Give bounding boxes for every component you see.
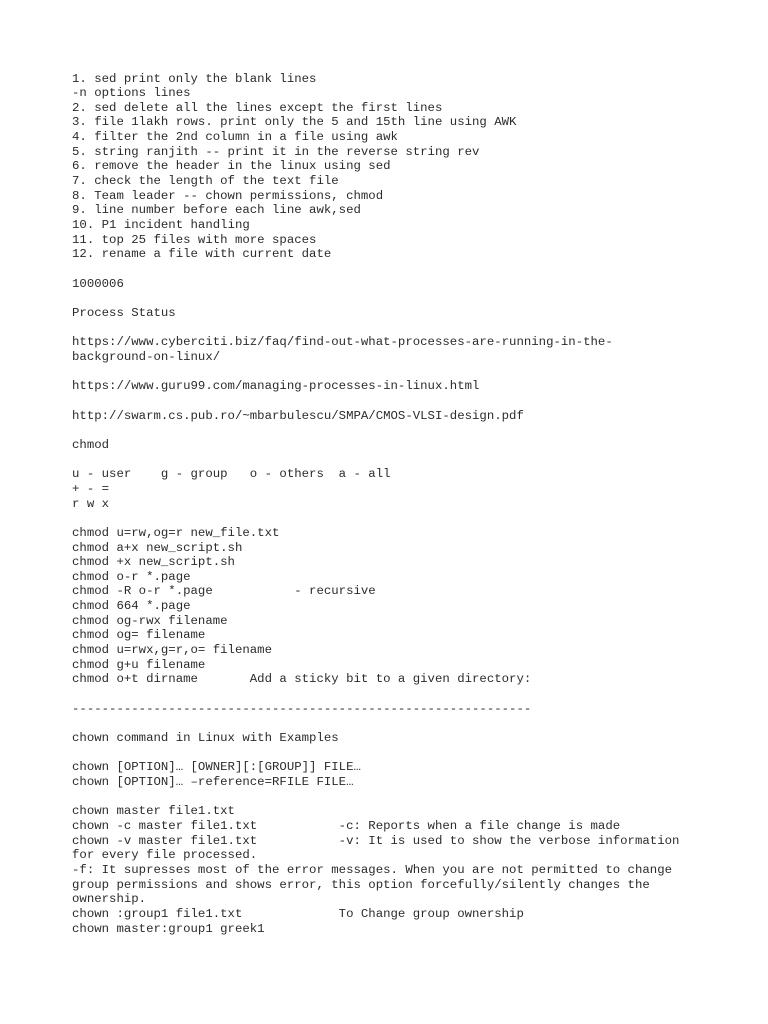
command-line: chown master:group1 greek1 <box>72 921 265 936</box>
list-item: 4. filter the 2nd column in a file using… <box>72 130 398 145</box>
text-line: + - = <box>72 481 110 496</box>
command-line: chmod a+x new_script.sh <box>72 540 243 555</box>
list-item: 12. rename a file with current date <box>72 247 332 262</box>
text-line: group permissions and shows error, this … <box>72 877 650 892</box>
text-line: 1000006 <box>72 276 124 291</box>
command-line: chown -c master file1.txt -c: Reports wh… <box>72 818 621 833</box>
list-item: 9. line number before each line awk,sed <box>72 203 361 218</box>
command-line: chown [OPTION]… [OWNER][:[GROUP]] FILE… <box>72 760 361 775</box>
url-text: https://www.cyberciti.biz/faq/find-out-w… <box>72 335 613 350</box>
list-item: 1. sed print only the blank lines <box>72 71 317 86</box>
list-item: 2. sed delete all the lines except the f… <box>72 100 443 115</box>
command-line: chmod +x new_script.sh <box>72 555 235 570</box>
command-line: chown -v master file1.txt -v: It is used… <box>72 833 680 848</box>
list-item: 11. top 25 files with more spaces <box>72 232 317 247</box>
list-item: 6. remove the header in the linux using … <box>72 159 391 174</box>
command-line: chmod g+u filename <box>72 657 206 672</box>
url-text: http://swarm.cs.pub.ro/~mbarbulescu/SMPA… <box>72 408 524 423</box>
command-line: chown master file1.txt <box>72 804 235 819</box>
command-line: chown command in Linux with Examples <box>72 731 339 746</box>
list-item: 5. string ranjith -- print it in the rev… <box>72 144 480 159</box>
text-line: for every file processed. <box>72 848 258 863</box>
divider-line: ----------------------------------------… <box>72 701 532 716</box>
command-line: chmod o+t dirname Add a sticky bit to a … <box>72 672 532 687</box>
text-line: r w x <box>72 496 110 511</box>
text-line: Process Status <box>72 306 176 320</box>
command-line: chmod u=rwx,g=r,o= filename <box>72 643 273 658</box>
list-item: 10. P1 incident handling <box>72 218 250 233</box>
text-line: u - user g - group o - others a - all <box>72 467 391 482</box>
list-item: 7. check the length of the text file <box>72 174 339 189</box>
command-line: chown [OPTION]… –reference=RFILE FILE… <box>72 775 354 789</box>
command-line: chmod 664 *.page <box>72 599 191 614</box>
list-item: 3. file 1lakh rows. print only the 5 and… <box>72 115 517 130</box>
list-item: 8. Team leader -- chown permissions, chm… <box>72 188 384 203</box>
text-line: chmod <box>72 437 110 452</box>
text-line: -f: It supresses most of the error messa… <box>72 862 673 877</box>
command-line: chmod og-rwx filename <box>72 613 228 628</box>
command-line: chmod o-r *.page <box>72 569 191 584</box>
text-line: ownership. <box>72 892 147 907</box>
command-line: chmod og= filename <box>72 628 206 643</box>
document-body: 1. sed print only the blank lines -n opti… <box>72 72 762 937</box>
command-line: chown :group1 file1.txt To Change group … <box>72 906 524 921</box>
url-text: https://www.guru99.com/managing-processe… <box>72 379 480 394</box>
text-line: -n options lines <box>72 86 191 101</box>
text-line: background-on-linux/ <box>72 349 221 364</box>
command-line: chmod -R o-r *.page - recursive <box>72 584 376 599</box>
command-line: chmod u=rw,og=r new_file.txt <box>72 525 280 540</box>
